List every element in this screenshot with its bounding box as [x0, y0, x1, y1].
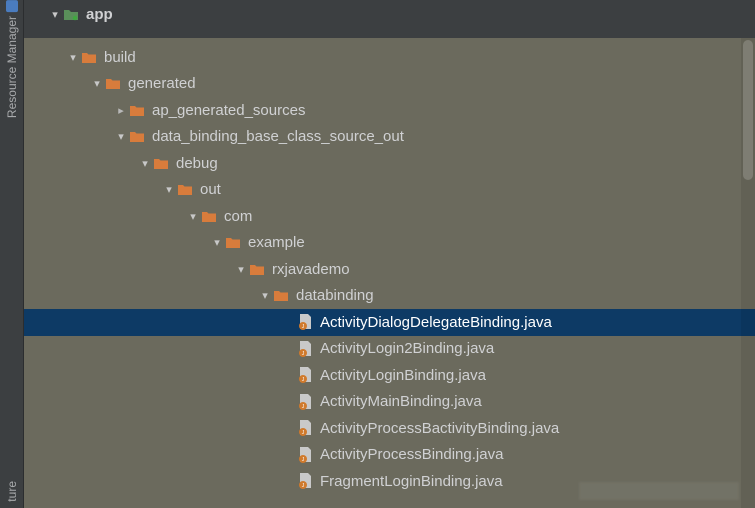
tree-folder-row[interactable]: out: [24, 177, 755, 204]
tree-folder-row[interactable]: com: [24, 203, 755, 230]
tree-node-label: ap_generated_sources: [152, 102, 305, 119]
chevron-right-icon[interactable]: [114, 104, 128, 117]
chevron-down-icon[interactable]: [48, 8, 62, 21]
decorative-smudge: [579, 482, 739, 500]
tree-file-row[interactable]: J ActivityProcessBactivityBinding.java: [24, 415, 755, 442]
tree-node-label: ActivityDialogDelegateBinding.java: [320, 314, 552, 331]
structure-tab-partial[interactable]: ture: [5, 481, 19, 502]
tree-file-row[interactable]: J ActivityDialogDelegateBinding.java: [24, 309, 755, 336]
tree-file-row[interactable]: J ActivityLogin2Binding.java: [24, 336, 755, 363]
tree-node-label: ActivityMainBinding.java: [320, 393, 482, 410]
tree-node-label: out: [200, 181, 221, 198]
tree-node-label: com: [224, 208, 252, 225]
chevron-down-icon[interactable]: [66, 51, 80, 64]
tree-body: build generated ap_generated_sources data_b…: [24, 38, 755, 495]
scrollbar-thumb[interactable]: [743, 40, 753, 180]
tree-folder-row[interactable]: example: [24, 230, 755, 257]
java-file-icon: J: [296, 341, 314, 357]
module-label: app: [86, 6, 113, 23]
chevron-down-icon[interactable]: [162, 183, 176, 196]
folder-icon: [104, 76, 122, 92]
java-file-icon: J: [296, 420, 314, 436]
tree-folder-row[interactable]: databinding: [24, 283, 755, 310]
tree-header-area: app: [24, 0, 755, 38]
folder-icon: [272, 288, 290, 304]
tree-node-label: rxjavademo: [272, 261, 350, 278]
java-file-icon: J: [296, 367, 314, 383]
tree-node-label: ActivityLogin2Binding.java: [320, 340, 494, 357]
sidebar-tab-label-bottom: ture: [5, 481, 19, 502]
tree-node-label: debug: [176, 155, 218, 172]
tree-node-label: example: [248, 234, 305, 251]
tree-node-label: data_binding_base_class_source_out: [152, 128, 404, 145]
tree-node-label: FragmentLoginBinding.java: [320, 473, 503, 490]
vertical-scrollbar[interactable]: [741, 38, 755, 508]
chevron-down-icon[interactable]: [234, 263, 248, 276]
tree-node-label: ActivityLoginBinding.java: [320, 367, 486, 384]
tree-node-label: build: [104, 49, 136, 66]
java-file-icon: J: [296, 473, 314, 489]
folder-icon: [248, 261, 266, 277]
project-tree: app build generated ap_generated_sourcesda…: [24, 0, 755, 508]
folder-icon: [176, 182, 194, 198]
tree-folder-row[interactable]: rxjavademo: [24, 256, 755, 283]
tree-module-row[interactable]: app: [42, 0, 755, 28]
tree-folder-row[interactable]: data_binding_base_class_source_out: [24, 124, 755, 151]
java-file-icon: J: [296, 394, 314, 410]
folder-icon: [80, 49, 98, 65]
resource-manager-tab[interactable]: Resource Manager: [5, 0, 19, 128]
tree-node-label: databinding: [296, 287, 374, 304]
tool-window-bar-left: Resource Manager ture: [0, 0, 24, 508]
folder-icon: [224, 235, 242, 251]
folder-icon: [128, 129, 146, 145]
java-file-icon: J: [296, 314, 314, 330]
tree-node-label: generated: [128, 75, 196, 92]
chevron-down-icon[interactable]: [210, 236, 224, 249]
java-file-icon: J: [296, 447, 314, 463]
chevron-down-icon[interactable]: [186, 210, 200, 223]
module-icon: [62, 6, 80, 22]
chevron-down-icon[interactable]: [258, 289, 272, 302]
tree-folder-row[interactable]: debug: [24, 150, 755, 177]
chevron-down-icon[interactable]: [138, 157, 152, 170]
tree-file-row[interactable]: J ActivityLoginBinding.java: [24, 362, 755, 389]
folder-icon: [200, 208, 218, 224]
tree-folder-row[interactable]: ap_generated_sources: [24, 97, 755, 124]
tree-file-row[interactable]: J ActivityMainBinding.java: [24, 389, 755, 416]
folder-icon: [152, 155, 170, 171]
tree-node-label: ActivityProcessBactivityBinding.java: [320, 420, 559, 437]
tree-folder-row[interactable]: generated: [24, 71, 755, 98]
chevron-down-icon[interactable]: [114, 130, 128, 143]
chevron-down-icon[interactable]: [90, 77, 104, 90]
tree-folder-row[interactable]: build: [24, 44, 755, 71]
tree-node-label: ActivityProcessBinding.java: [320, 446, 503, 463]
tree-file-row[interactable]: J ActivityProcessBinding.java: [24, 442, 755, 469]
resource-manager-icon: [6, 0, 18, 12]
folder-icon: [128, 102, 146, 118]
sidebar-tab-label: Resource Manager: [5, 16, 19, 118]
